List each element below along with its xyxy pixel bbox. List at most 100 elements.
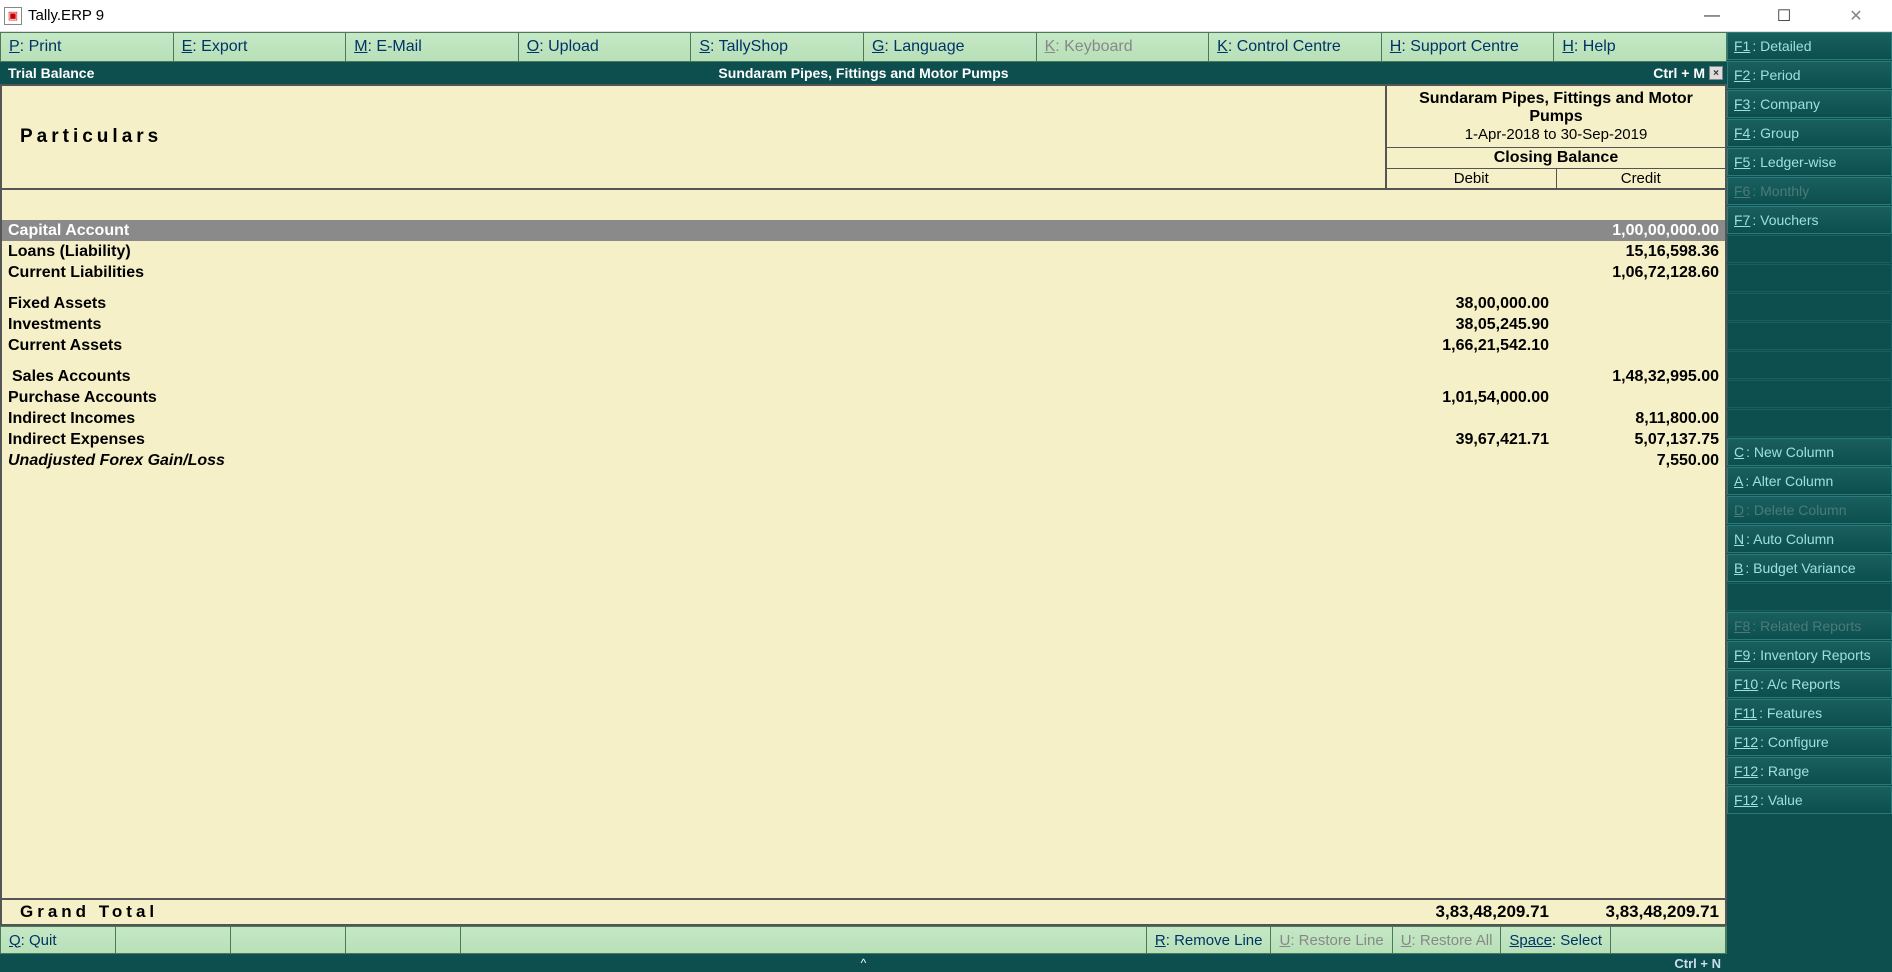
ledger-name: Fixed Assets: [2, 295, 1385, 313]
ledger-row[interactable]: Investments38,05,245.90: [2, 314, 1725, 335]
bottom-empty: [116, 927, 231, 953]
side-empty: [1727, 264, 1892, 292]
menu-item-tallyshop[interactable]: S: TallyShop: [691, 33, 864, 61]
ledger-name: Sales Accounts: [2, 368, 1385, 386]
side-button-features[interactable]: F11: Features: [1727, 699, 1892, 727]
ledger-row[interactable]: Sales Accounts 1,48,32,995.00: [2, 366, 1725, 387]
menu-item-export[interactable]: E: Export: [174, 33, 347, 61]
ledger-row[interactable]: Purchase Accounts1,01,54,000.00: [2, 387, 1725, 408]
data-rows: Capital Account1,00,00,000.00Loans (Liab…: [2, 190, 1725, 898]
company-name-bar: Sundaram Pipes, Fittings and Motor Pumps: [718, 65, 1008, 81]
side-button-inventoryreports[interactable]: F9: Inventory Reports: [1727, 641, 1892, 669]
credit-value: 1,00,00,000.00: [1555, 222, 1725, 240]
ledger-row[interactable]: Capital Account 1,00,00,000.00: [2, 220, 1725, 241]
side-button-period[interactable]: F2: Period: [1727, 61, 1892, 89]
maximize-button[interactable]: ☐: [1764, 2, 1804, 30]
ledger-name: Capital Account: [2, 222, 1385, 240]
side-button-value[interactable]: F12: Value: [1727, 786, 1892, 814]
side-empty: [1727, 583, 1892, 611]
spacer-row: [2, 283, 1725, 293]
ledger-name: Current Assets: [2, 337, 1385, 355]
ledger-name: Indirect Expenses: [2, 431, 1385, 449]
debit-header: Debit: [1387, 169, 1557, 188]
status-bar: ^ Ctrl + N: [0, 954, 1727, 972]
credit-value: 5,07,137.75: [1555, 431, 1725, 449]
report-shortcut: Ctrl + M ×: [1653, 65, 1727, 81]
bottom-toolbar: Q: Quit R: Remove Line U: Restore Line U…: [0, 926, 1727, 954]
top-menu: P: PrintE: ExportM: E-MailO: UploadS: Ta…: [0, 32, 1727, 62]
report-name: Trial Balance: [0, 65, 94, 81]
closing-balance-label: Closing Balance: [1387, 148, 1725, 169]
ledger-name: Purchase Accounts: [2, 389, 1385, 407]
side-empty: [1727, 293, 1892, 321]
remove-line-button[interactable]: R: Remove Line: [1147, 927, 1272, 953]
credit-header: Credit: [1557, 169, 1726, 188]
side-button-altercolumn[interactable]: A: Alter Column: [1727, 467, 1892, 495]
window-controls: — ☐ ✕: [1692, 2, 1888, 30]
side-button-a/creports[interactable]: F10: A/c Reports: [1727, 670, 1892, 698]
window-titlebar: ▣ Tally.ERP 9 — ☐ ✕: [0, 0, 1892, 32]
window-title: Tally.ERP 9: [28, 7, 104, 24]
balance-header: Sundaram Pipes, Fittings and Motor Pumps…: [1385, 86, 1725, 188]
quit-button[interactable]: Q: Quit: [1, 927, 116, 953]
ledger-name: Unadjusted Forex Gain/Loss: [2, 452, 1385, 470]
grand-total-row: Grand Total 3,83,48,209.71 3,83,48,209.7…: [2, 898, 1725, 924]
ledger-row[interactable]: Current Assets1,66,21,542.10: [2, 335, 1725, 356]
ledger-row[interactable]: Indirect Expenses39,67,421.715,07,137.75: [2, 429, 1725, 450]
minimize-button[interactable]: —: [1692, 2, 1732, 30]
grand-total-label: Grand Total: [2, 902, 1385, 922]
column-headers: Particulars Sundaram Pipes, Fittings and…: [2, 86, 1725, 190]
debit-value: 38,00,000.00: [1385, 295, 1555, 313]
close-button[interactable]: ✕: [1836, 2, 1876, 30]
bottom-empty: [1611, 927, 1726, 953]
side-button-monthly: F6: Monthly: [1727, 177, 1892, 205]
debit-value: 39,67,421.71: [1385, 431, 1555, 449]
ledger-row[interactable]: Indirect Incomes8,11,800.00: [2, 408, 1725, 429]
ledger-name: Investments: [2, 316, 1385, 334]
close-icon[interactable]: ×: [1709, 66, 1723, 80]
side-empty: [1727, 409, 1892, 437]
side-button-relatedreports: F8: Related Reports: [1727, 612, 1892, 640]
debit-value: 38,05,245.90: [1385, 316, 1555, 334]
credit-value: 1,48,32,995.00: [1555, 368, 1725, 386]
side-button-configure[interactable]: F12: Configure: [1727, 728, 1892, 756]
ledger-name: Loans (Liability): [2, 243, 1385, 261]
side-button-group[interactable]: F4: Group: [1727, 119, 1892, 147]
bottom-empty: [346, 927, 461, 953]
restore-all-button[interactable]: U: Restore All: [1393, 927, 1502, 953]
ledger-row[interactable]: Current Liabilities1,06,72,128.60: [2, 262, 1725, 283]
menu-item-supportcentre[interactable]: H: Support Centre: [1382, 33, 1555, 61]
side-button-deletecolumn: D: Delete Column: [1727, 496, 1892, 524]
status-shortcut: Ctrl + N: [1674, 956, 1727, 971]
ledger-row[interactable]: Unadjusted Forex Gain/Loss7,550.00: [2, 450, 1725, 471]
side-button-vouchers[interactable]: F7: Vouchers: [1727, 206, 1892, 234]
side-button-newcolumn[interactable]: C: New Column: [1727, 438, 1892, 466]
menu-item-upload[interactable]: O: Upload: [519, 33, 692, 61]
credit-value: 15,16,598.36: [1555, 243, 1725, 261]
side-empty: [1727, 351, 1892, 379]
side-button-company[interactable]: F3: Company: [1727, 90, 1892, 118]
side-button-autocolumn[interactable]: N: Auto Column: [1727, 525, 1892, 553]
side-button-ledger-wise[interactable]: F5: Ledger-wise: [1727, 148, 1892, 176]
menu-item-language[interactable]: G: Language: [864, 33, 1037, 61]
menu-item-controlcentre[interactable]: K: Control Centre: [1209, 33, 1382, 61]
grand-total-debit: 3,83,48,209.71: [1385, 902, 1555, 922]
select-button[interactable]: Space: Select: [1501, 927, 1611, 953]
menu-item-e-mail[interactable]: M: E-Mail: [346, 33, 519, 61]
menu-item-keyboard: K: Keyboard: [1037, 33, 1210, 61]
side-button-range[interactable]: F12: Range: [1727, 757, 1892, 785]
menu-item-help[interactable]: H: Help: [1554, 33, 1726, 61]
header-company-name: Sundaram Pipes, Fittings and Motor Pumps: [1395, 90, 1717, 126]
credit-value: 1,06,72,128.60: [1555, 264, 1725, 282]
side-button-budgetvariance[interactable]: B: Budget Variance: [1727, 554, 1892, 582]
side-empty: [1727, 322, 1892, 350]
side-button-detailed[interactable]: F1: Detailed: [1727, 32, 1892, 60]
restore-line-button[interactable]: U: Restore Line: [1271, 927, 1392, 953]
grand-total-credit: 3,83,48,209.71: [1555, 902, 1725, 922]
menu-item-print[interactable]: P: Print: [1, 33, 174, 61]
debit-value: 1,01,54,000.00: [1385, 389, 1555, 407]
ledger-row[interactable]: Loans (Liability) 15,16,598.36: [2, 241, 1725, 262]
ledger-row[interactable]: Fixed Assets38,00,000.00: [2, 293, 1725, 314]
chevron-up-icon: ^: [861, 956, 867, 970]
debit-value: 1,66,21,542.10: [1385, 337, 1555, 355]
